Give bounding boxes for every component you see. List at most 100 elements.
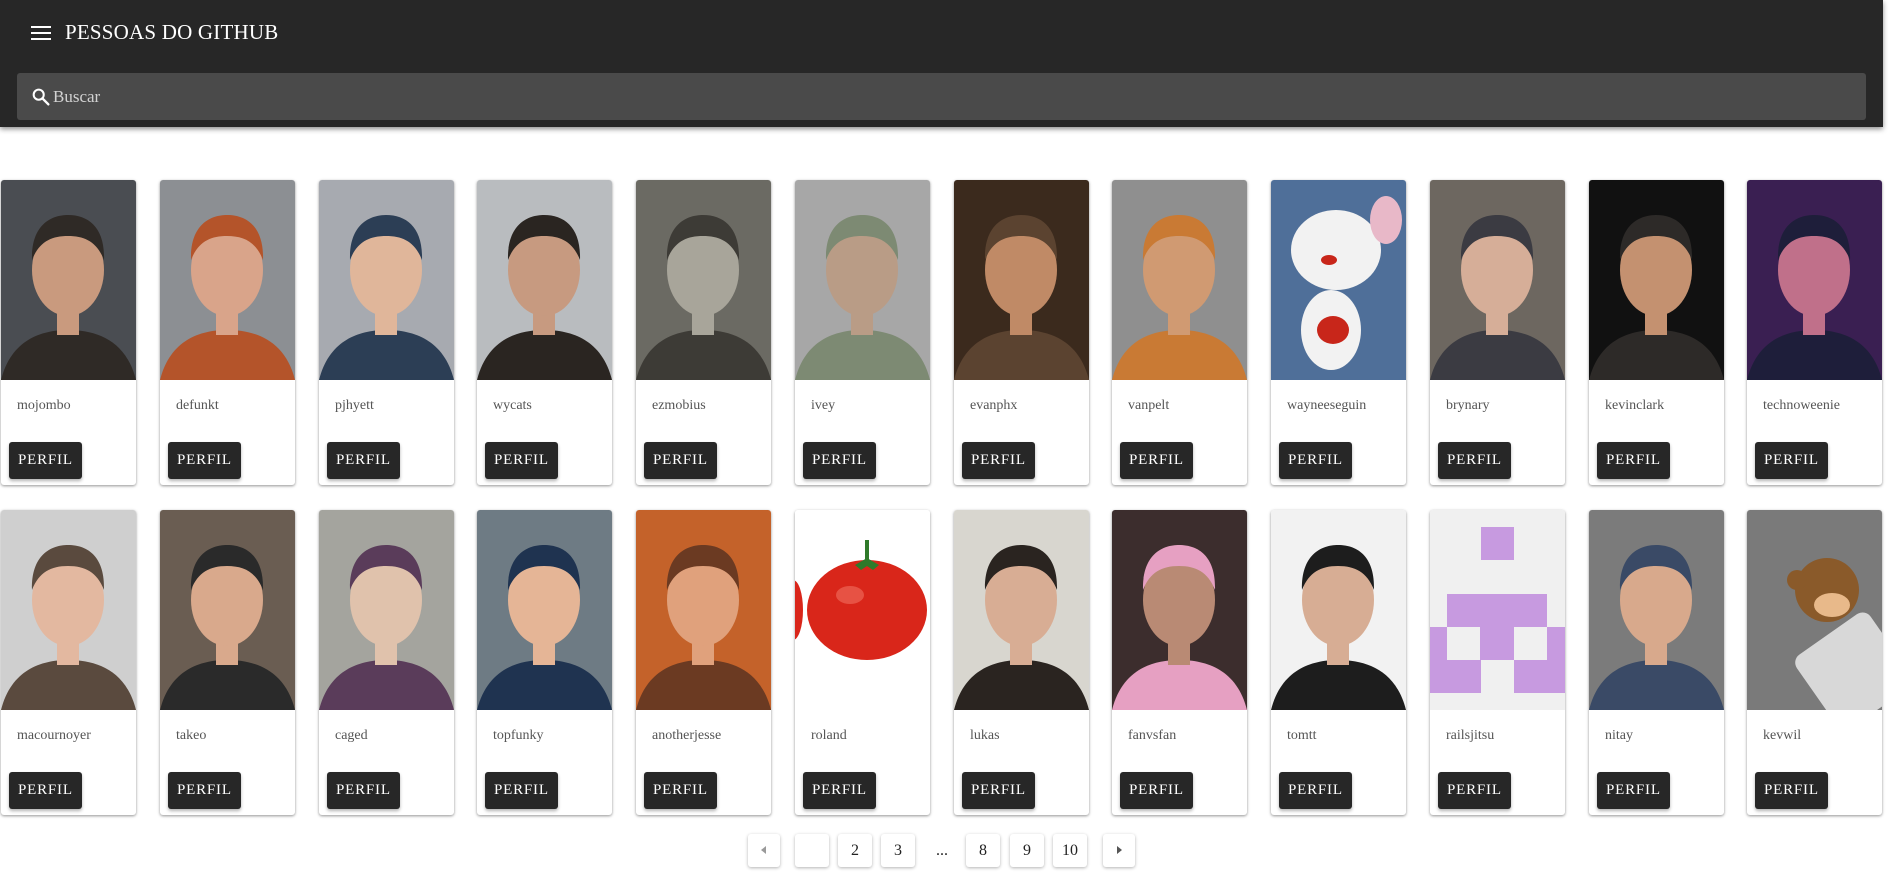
- menu-icon: [31, 26, 51, 28]
- menu-button[interactable]: [26, 20, 56, 46]
- user-card: ivey PERFIL: [795, 180, 930, 485]
- user-card: macournoyer PERFIL: [1, 510, 136, 815]
- pagination-ellipsis: ...: [936, 842, 948, 859]
- username: anotherjesse: [652, 728, 722, 743]
- user-card: brynary PERFIL: [1430, 180, 1565, 485]
- user-card: evanphx PERFIL: [954, 180, 1089, 485]
- avatar: [1747, 180, 1882, 380]
- user-card: roland PERFIL: [795, 510, 930, 815]
- avatar: [1271, 180, 1406, 380]
- user-card: technoweenie PERFIL: [1747, 180, 1882, 485]
- username: wycats: [493, 398, 532, 413]
- next-page-button[interactable]: [1103, 834, 1135, 867]
- user-card: wayneeseguin PERFIL: [1271, 180, 1406, 485]
- profile-button[interactable]: PERFIL: [803, 772, 876, 809]
- username: wayneeseguin: [1287, 398, 1367, 413]
- user-card: tomtt PERFIL: [1271, 510, 1406, 815]
- page-button-current[interactable]: [795, 834, 829, 867]
- menu-icon-line: [31, 32, 51, 34]
- user-card: fanvsfan PERFIL: [1112, 510, 1247, 815]
- page-button-2[interactable]: 2: [838, 834, 872, 867]
- previous-page-button[interactable]: [748, 834, 780, 867]
- username: vanpelt: [1128, 398, 1170, 413]
- profile-button[interactable]: PERFIL: [644, 772, 717, 809]
- user-card: wycats PERFIL: [477, 180, 612, 485]
- username: macournoyer: [17, 728, 91, 743]
- page-button-8[interactable]: 8: [966, 834, 1000, 867]
- avatar: [1, 510, 136, 710]
- chevron-right-icon: [1117, 845, 1122, 854]
- profile-button[interactable]: PERFIL: [168, 772, 241, 809]
- profile-button[interactable]: PERFIL: [1755, 772, 1828, 809]
- page-button-9[interactable]: 9: [1010, 834, 1044, 867]
- avatar: [1430, 180, 1565, 380]
- profile-button[interactable]: PERFIL: [644, 442, 717, 479]
- profile-button[interactable]: PERFIL: [803, 442, 876, 479]
- profile-button[interactable]: PERFIL: [1120, 772, 1193, 809]
- username: mojombo: [17, 398, 71, 413]
- username: kevwil: [1763, 728, 1802, 743]
- avatar: [1112, 180, 1247, 380]
- app-bar: PESSOAS DO GITHUB: [0, 0, 1883, 127]
- page-button-10[interactable]: 10: [1053, 834, 1087, 867]
- profile-button[interactable]: PERFIL: [1597, 772, 1670, 809]
- avatar: [1430, 510, 1565, 710]
- profile-button[interactable]: PERFIL: [327, 442, 400, 479]
- profile-button[interactable]: PERFIL: [9, 442, 82, 479]
- avatar: [1112, 510, 1247, 710]
- user-card: defunkt PERFIL: [160, 180, 295, 485]
- user-card: caged PERFIL: [319, 510, 454, 815]
- avatar: [477, 510, 612, 710]
- username: fanvsfan: [1128, 728, 1177, 743]
- profile-button[interactable]: PERFIL: [327, 772, 400, 809]
- avatar: [954, 510, 1089, 710]
- profile-button[interactable]: PERFIL: [1755, 442, 1828, 479]
- avatar: [1271, 510, 1406, 710]
- profile-button[interactable]: PERFIL: [1438, 772, 1511, 809]
- username: brynary: [1446, 398, 1490, 413]
- username: roland: [811, 728, 847, 743]
- profile-button[interactable]: PERFIL: [1438, 442, 1511, 479]
- username: railsjitsu: [1446, 728, 1495, 743]
- avatar: [1747, 510, 1882, 710]
- user-card: pjhyett PERFIL: [319, 180, 454, 485]
- user-card: mojombo PERFIL: [1, 180, 136, 485]
- chevron-left-icon: [761, 845, 766, 854]
- username: pjhyett: [335, 398, 374, 413]
- profile-button[interactable]: PERFIL: [1279, 772, 1352, 809]
- username: caged: [335, 728, 368, 743]
- username: nitay: [1605, 728, 1633, 743]
- profile-button[interactable]: PERFIL: [1279, 442, 1352, 479]
- profile-button[interactable]: PERFIL: [168, 442, 241, 479]
- profile-button[interactable]: PERFIL: [485, 772, 558, 809]
- search-input[interactable]: [53, 73, 1843, 120]
- user-card: vanpelt PERFIL: [1112, 180, 1247, 485]
- user-card: kevinclark PERFIL: [1589, 180, 1724, 485]
- profile-button[interactable]: PERFIL: [962, 442, 1035, 479]
- avatar: [319, 510, 454, 710]
- avatar: [636, 510, 771, 710]
- username: evanphx: [970, 398, 1018, 413]
- username: tomtt: [1287, 728, 1317, 743]
- pagination: 2 3 ... 8 9 10: [0, 834, 1896, 868]
- profile-button[interactable]: PERFIL: [962, 772, 1035, 809]
- profile-button[interactable]: PERFIL: [485, 442, 558, 479]
- username: ivey: [811, 398, 836, 413]
- avatar: [160, 180, 295, 380]
- username: takeo: [176, 728, 207, 743]
- username: topfunky: [493, 728, 544, 743]
- profile-button[interactable]: PERFIL: [9, 772, 82, 809]
- profile-button[interactable]: PERFIL: [1120, 442, 1193, 479]
- user-card: lukas PERFIL: [954, 510, 1089, 815]
- username: lukas: [970, 728, 1000, 743]
- avatar: [160, 510, 295, 710]
- profile-button[interactable]: PERFIL: [1597, 442, 1670, 479]
- user-card: takeo PERFIL: [160, 510, 295, 815]
- menu-icon-line: [31, 38, 51, 40]
- avatar: [1589, 180, 1724, 380]
- avatar: [477, 180, 612, 380]
- avatar: [795, 510, 930, 710]
- page-button-3[interactable]: 3: [881, 834, 915, 867]
- username: technoweenie: [1763, 398, 1840, 413]
- avatar: [1589, 510, 1724, 710]
